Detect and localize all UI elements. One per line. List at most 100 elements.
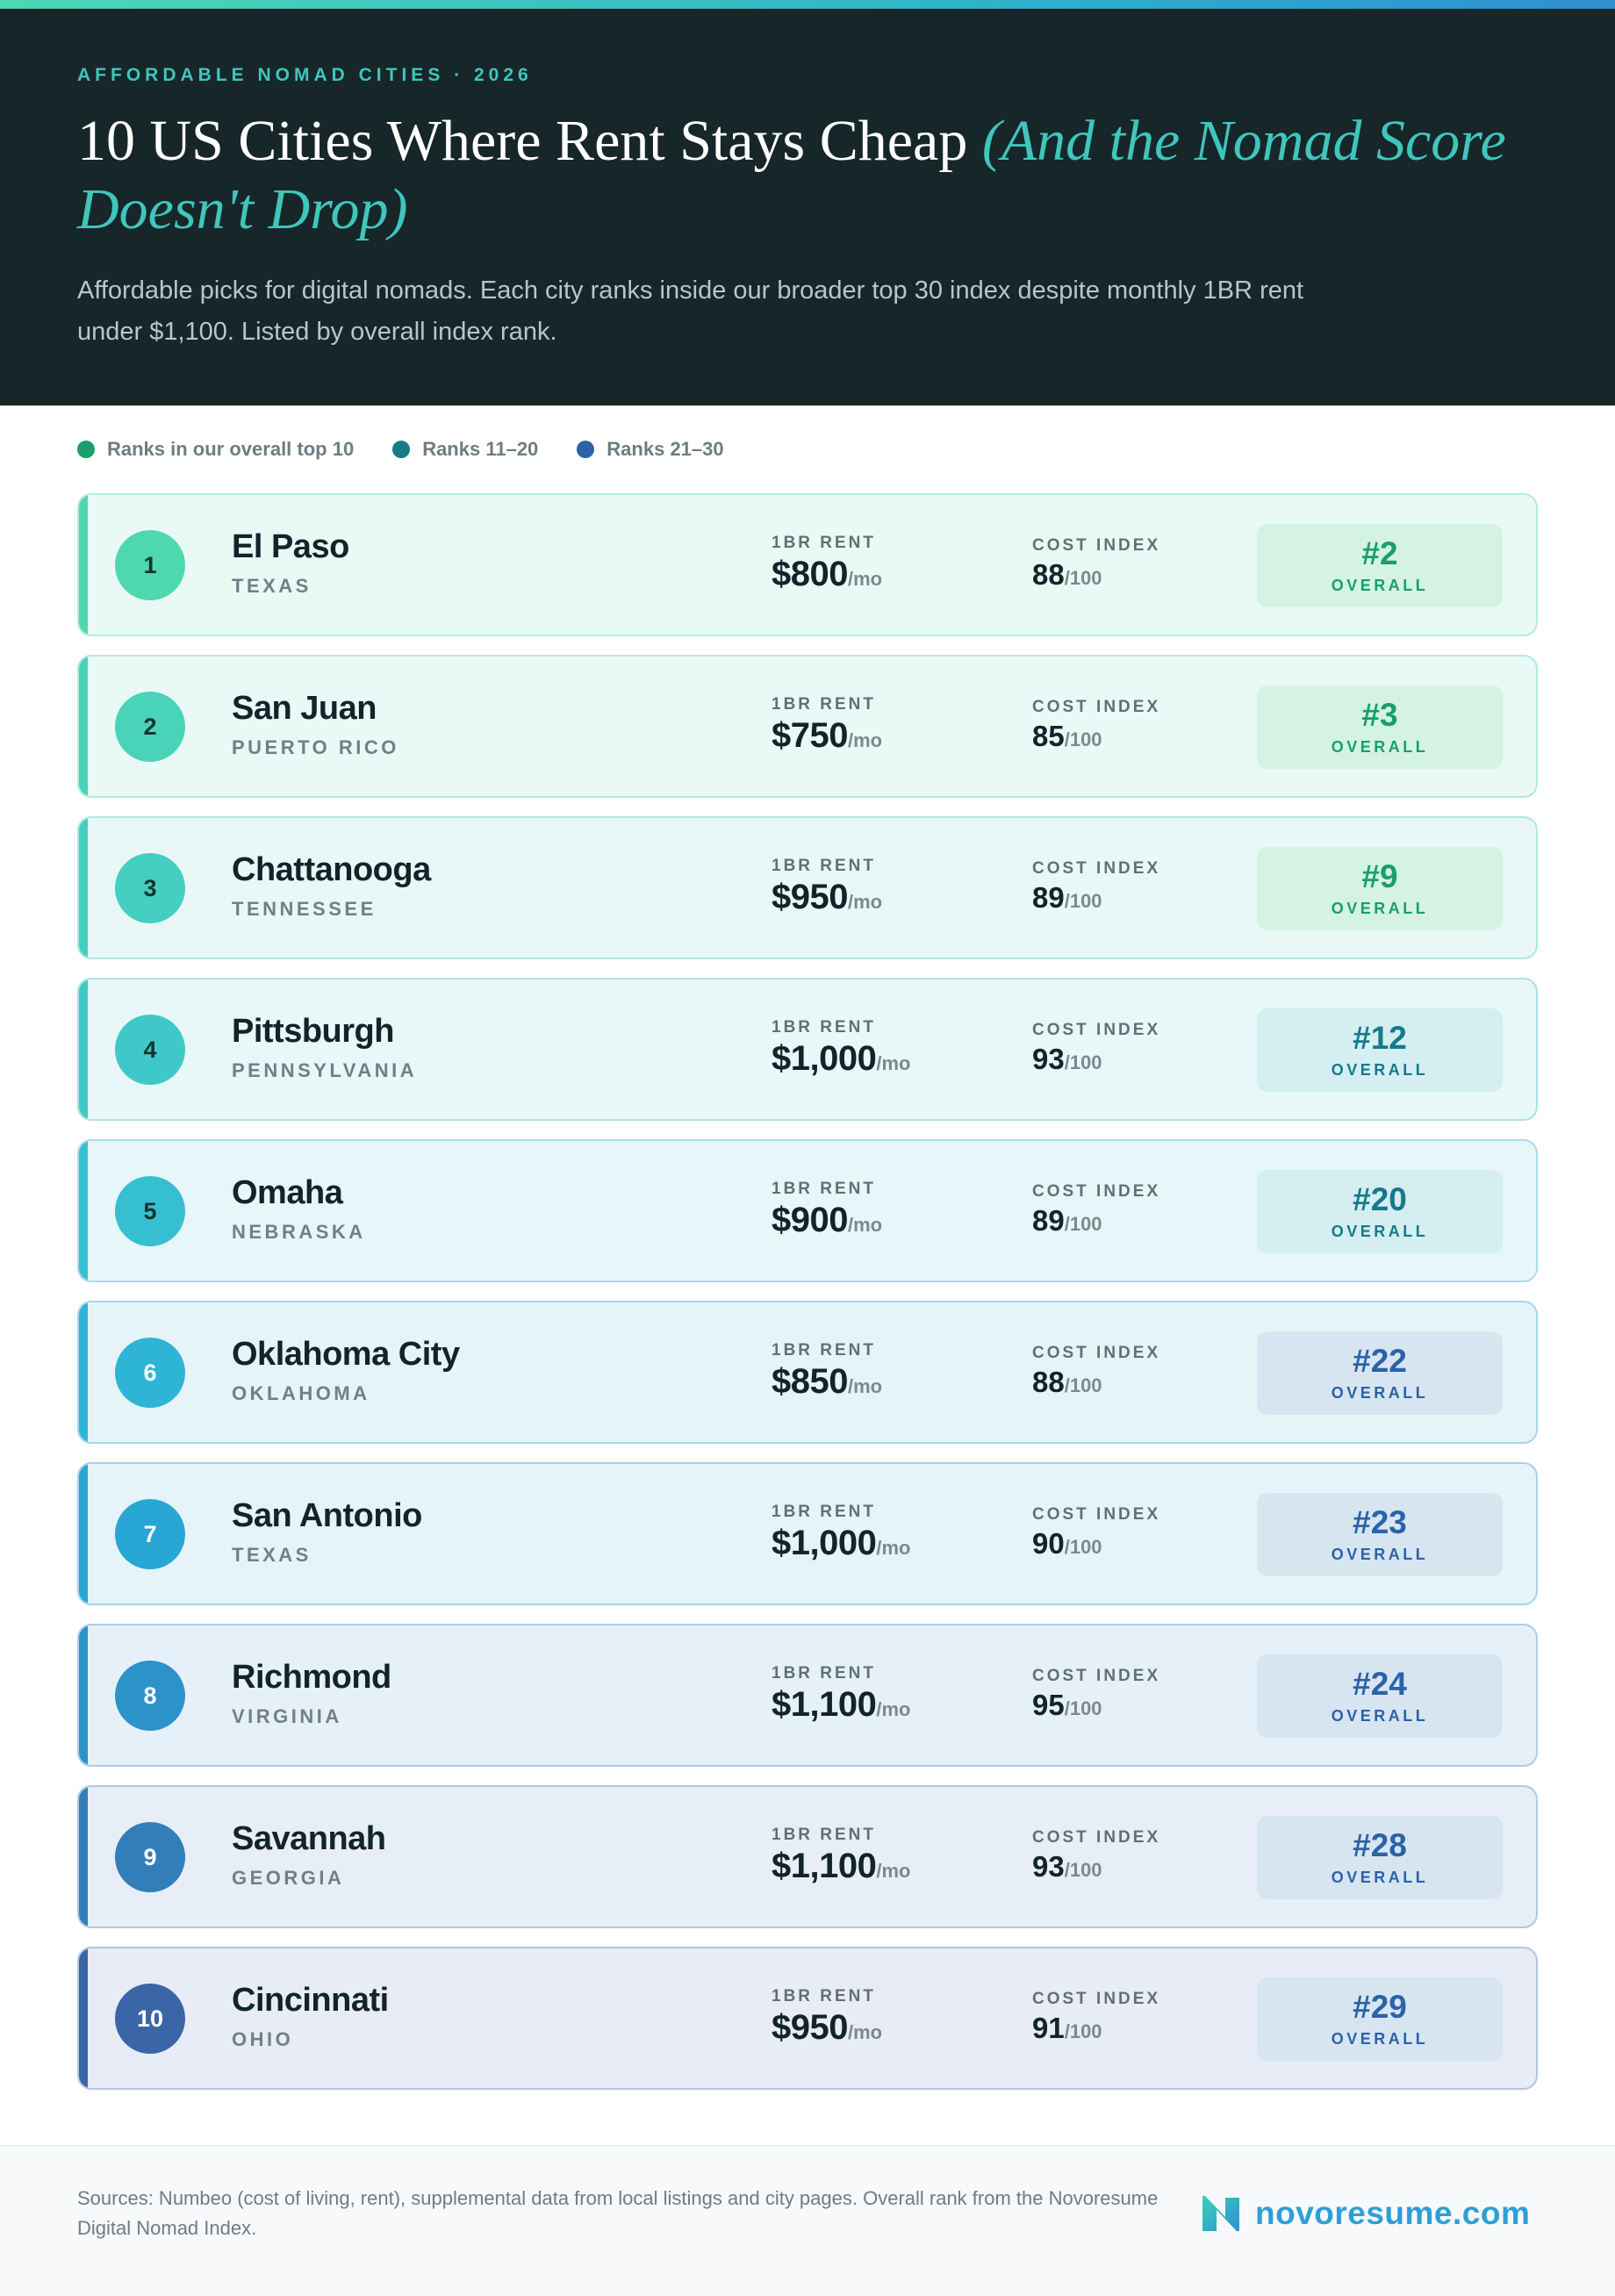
- rent-label: 1BR RENT: [772, 1180, 877, 1198]
- overall-rank: #12: [1353, 1020, 1407, 1056]
- sources-note: Sources: Numbeo (cost of living, rent), …: [77, 2187, 1159, 2239]
- overall-label: OVERALL: [1331, 1546, 1429, 1563]
- rent-label: 1BR RENT: [772, 1503, 877, 1521]
- cost-index-label: COST INDEX: [1032, 859, 1161, 878]
- cost-index-score: 95: [1032, 1689, 1065, 1721]
- overall-label: OVERALL: [1331, 1707, 1429, 1725]
- overall-rank-badge: #20 OVERALL: [1257, 1170, 1503, 1253]
- overall-rank-badge: #24 OVERALL: [1257, 1654, 1503, 1738]
- cost-index-score: 88: [1032, 1366, 1065, 1398]
- rent-label: 1BR RENT: [772, 1018, 877, 1037]
- cost-index-value: 85/100: [1032, 720, 1102, 753]
- rent-unit: /mo: [876, 1537, 911, 1559]
- rent-label: 1BR RENT: [772, 1341, 877, 1360]
- city-name: Oklahoma City: [232, 1336, 460, 1373]
- cost-index-value: 89/100: [1032, 1204, 1102, 1238]
- rent-value: $950/mo: [772, 878, 882, 917]
- city-row: 5 Omaha NEBRASKA 1BR RENT $900/mo COST I…: [77, 1139, 1538, 1282]
- city-row: 10 Cincinnati OHIO 1BR RENT $950/mo COST…: [77, 1947, 1538, 2090]
- rent-value: $1,000/mo: [772, 1039, 910, 1079]
- state-name: TENNESSEE: [232, 898, 377, 920]
- overall-rank-badge: #23 OVERALL: [1257, 1493, 1503, 1576]
- legend-dot: [577, 441, 595, 458]
- rent-value: $850/mo: [772, 1362, 882, 1402]
- rent-value: $800/mo: [772, 555, 882, 594]
- state-name: OKLAHOMA: [232, 1382, 370, 1404]
- rank-number: 2: [115, 692, 185, 762]
- rent-amount: $1,000: [772, 1039, 877, 1078]
- cost-index-label: COST INDEX: [1032, 698, 1161, 716]
- rent-amount: $1,100: [772, 1685, 877, 1724]
- rent-amount: $1,100: [772, 1847, 877, 1885]
- rent-unit: /mo: [847, 1375, 883, 1397]
- rent-unit: /mo: [876, 1860, 911, 1882]
- city-name: Chattanooga: [232, 851, 431, 888]
- rent-label: 1BR RENT: [772, 857, 877, 875]
- state-name: PENNSYLVANIA: [232, 1059, 418, 1081]
- rent-value: $1,100/mo: [772, 1847, 910, 1886]
- legend-dot: [77, 441, 95, 458]
- footer: Sources: Numbeo (cost of living, rent), …: [0, 2145, 1615, 2296]
- rent-unit: /mo: [847, 1214, 883, 1236]
- overall-rank: #29: [1353, 1989, 1407, 2025]
- overall-rank: #23: [1353, 1504, 1407, 1540]
- state-name: TEXAS: [232, 1544, 312, 1566]
- cost-index-value: 93/100: [1032, 1850, 1102, 1883]
- rent-amount: $950: [772, 878, 848, 916]
- cost-index-value: 93/100: [1032, 1043, 1102, 1076]
- overall-label: OVERALL: [1331, 738, 1429, 756]
- rank-number: 8: [115, 1661, 185, 1731]
- rent-amount: $800: [772, 555, 848, 593]
- brand-logo: novoresume.com: [1199, 2192, 1530, 2235]
- cost-index-label: COST INDEX: [1032, 1344, 1161, 1362]
- rent-amount: $750: [772, 716, 848, 755]
- rent-label: 1BR RENT: [772, 1664, 877, 1683]
- city-name: Richmond: [232, 1659, 391, 1696]
- overall-rank-badge: #29 OVERALL: [1257, 1977, 1503, 2061]
- subtitle: Affordable picks for digital nomads. Eac…: [77, 276, 1304, 346]
- row-accent-bar: [79, 1141, 88, 1281]
- overall-rank: #2: [1361, 535, 1398, 571]
- overall-rank-badge: #9 OVERALL: [1257, 847, 1503, 930]
- row-accent-bar: [79, 1948, 88, 2088]
- overall-rank: #3: [1361, 697, 1398, 733]
- rank-number: 10: [115, 1984, 185, 2054]
- rent-value: $900/mo: [772, 1201, 882, 1240]
- rent-label: 1BR RENT: [772, 1987, 877, 2005]
- rent-unit: /mo: [847, 891, 883, 913]
- cost-index-unit: /100: [1064, 1051, 1102, 1073]
- rank-number: 6: [115, 1338, 185, 1408]
- rent-label: 1BR RENT: [772, 1826, 877, 1844]
- city-row: 4 Pittsburgh PENNSYLVANIA 1BR RENT $1,00…: [77, 978, 1538, 1121]
- cost-index-value: 88/100: [1032, 1366, 1102, 1399]
- row-accent-bar: [79, 1302, 88, 1442]
- legend-item-21-30: Ranks 21–30: [577, 438, 724, 461]
- cost-index-unit: /100: [1064, 1374, 1102, 1396]
- city-name: Pittsburgh: [232, 1013, 394, 1050]
- row-accent-bar: [79, 495, 88, 635]
- novoresume-logo-icon: [1202, 2195, 1239, 2232]
- row-accent-bar: [79, 979, 88, 1119]
- row-accent-bar: [79, 1625, 88, 1765]
- city-name: Cincinnati: [232, 1982, 389, 2019]
- rent-amount: $850: [772, 1362, 848, 1401]
- cost-index-value: 89/100: [1032, 881, 1102, 915]
- city-row: 6 Oklahoma City OKLAHOMA 1BR RENT $850/m…: [77, 1301, 1538, 1444]
- cost-index-label: COST INDEX: [1032, 1667, 1161, 1685]
- overall-rank-badge: #12 OVERALL: [1257, 1008, 1503, 1092]
- cost-index-score: 85: [1032, 720, 1065, 752]
- cost-index-label: COST INDEX: [1032, 1828, 1161, 1847]
- state-name: VIRGINIA: [232, 1705, 342, 1727]
- rank-number: 9: [115, 1822, 185, 1892]
- overall-label: OVERALL: [1331, 900, 1429, 917]
- cost-index-label: COST INDEX: [1032, 1990, 1161, 2008]
- cost-index-label: COST INDEX: [1032, 1021, 1161, 1039]
- eyebrow: AFFORDABLE NOMAD CITIES · 2026: [77, 65, 533, 85]
- cost-index-unit: /100: [1064, 890, 1102, 912]
- legend-label: Ranks 11–20: [422, 438, 539, 460]
- overall-rank: #20: [1353, 1181, 1407, 1217]
- rank-number: 1: [115, 530, 185, 600]
- header: AFFORDABLE NOMAD CITIES · 2026 10 US Cit…: [0, 9, 1615, 405]
- legend-item-top10: Ranks in our overall top 10: [77, 438, 354, 461]
- city-row: 8 Richmond VIRGINIA 1BR RENT $1,100/mo C…: [77, 1624, 1538, 1767]
